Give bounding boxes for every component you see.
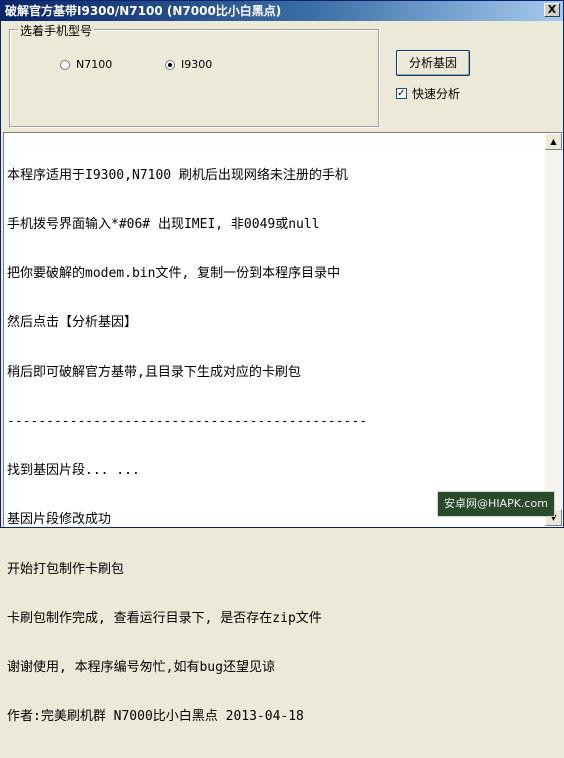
log-line: 稍后即可破解官方基带,且目录下生成对应的卡刷包 (7, 364, 301, 380)
radio-unchecked-icon (60, 60, 70, 70)
analyze-gene-button[interactable]: 分析基因 (396, 50, 470, 76)
log-line: 把你要破解的modem.bin文件, 复制一份到本程序目录中 (7, 266, 341, 282)
phone-model-group: 选着手机型号 N7100 I9300 (9, 22, 379, 127)
log-line: 手机拨号界面输入*#06# 出现IMEI, 非0049或null (7, 217, 320, 233)
log-line: 作者:完美刷机群 N7000比小白黑点 2013-04-18 (7, 709, 304, 725)
radio-label-n7100: N7100 (76, 58, 113, 71)
window-title: 破解官方基带I9300/N7100 (N7000比小白黑点) (5, 4, 282, 18)
log-line: 本程序适用于I9300,N7100 刷机后出现网络未注册的手机 (7, 167, 348, 183)
fast-analysis-checkbox[interactable]: ✓ 快速分析 (396, 85, 460, 102)
log-line: ----------------------------------------… (7, 413, 368, 429)
log-line: 然后点击【分析基因】 (7, 315, 138, 331)
scroll-up-arrow-icon[interactable]: ▲ (545, 133, 562, 150)
checkbox-check-icon: ✓ (396, 88, 407, 99)
site-watermark: 安卓网@HIAPK.com (437, 491, 555, 517)
radio-n7100[interactable]: N7100 (60, 58, 112, 72)
log-line: 谢谢使用, 本程序编号匆忙,如有bug还望见谅 (7, 660, 275, 675)
title-bar[interactable]: 破解官方基带I9300/N7100 (N7000比小白黑点) X (1, 1, 563, 21)
output-log[interactable]: 本程序适用于I9300,N7100 刷机后出现网络未注册的手机 手机拨号界面输入… (3, 132, 563, 724)
log-line: 卡刷包制作完成, 查看运行目录下, 是否存在zip文件 (7, 610, 322, 626)
radio-label-i9300: I9300 (181, 58, 213, 71)
log-line: 找到基因片段... ... (7, 463, 140, 479)
log-line: 开始打包制作卡刷包 (7, 561, 125, 577)
radio-checked-icon (165, 60, 175, 70)
close-button[interactable]: X (544, 3, 560, 17)
radio-i9300[interactable]: I9300 (165, 58, 212, 72)
group-legend: 选着手机型号 (18, 22, 95, 39)
log-lines: 本程序适用于I9300,N7100 刷机后出现网络未注册的手机 手机拨号界面输入… (7, 135, 542, 758)
fast-analysis-label: 快速分析 (412, 87, 461, 101)
main-window: 破解官方基带I9300/N7100 (N7000比小白黑点) X 选着手机型号 … (0, 0, 564, 724)
vertical-scrollbar[interactable]: ▲ ▼ (545, 133, 562, 526)
